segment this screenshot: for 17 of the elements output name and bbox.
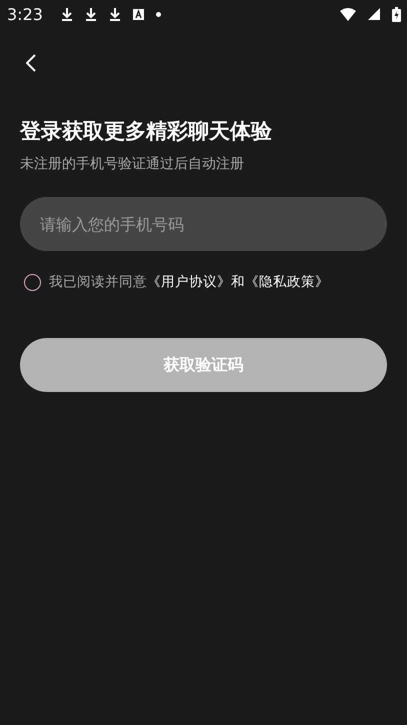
user-agreement-link[interactable]: 《用户协议》 [147, 274, 231, 290]
status-time: 3:23 [7, 4, 43, 24]
back-icon [26, 54, 36, 72]
download-icon [84, 7, 97, 21]
signal-icon [368, 8, 380, 20]
agreement-text: 我已阅读并同意《用户协议》和《隐私政策》 [49, 273, 329, 291]
dot-icon [156, 12, 161, 16]
wifi-icon [340, 8, 356, 20]
notification-icon [132, 8, 144, 20]
download-icon [60, 7, 73, 21]
privacy-policy-link[interactable]: 《隐私政策》 [245, 274, 329, 290]
battery-icon [392, 6, 401, 22]
page-subtitle: 未注册的手机号验证通过后自动注册 [20, 155, 245, 173]
agreement-checkbox[interactable] [24, 274, 41, 290]
download-icon [108, 7, 121, 21]
page-title: 登录获取更多精彩聊天体验 [20, 118, 273, 145]
phone-input-field[interactable]: 请输入您的手机号码 [20, 197, 387, 251]
